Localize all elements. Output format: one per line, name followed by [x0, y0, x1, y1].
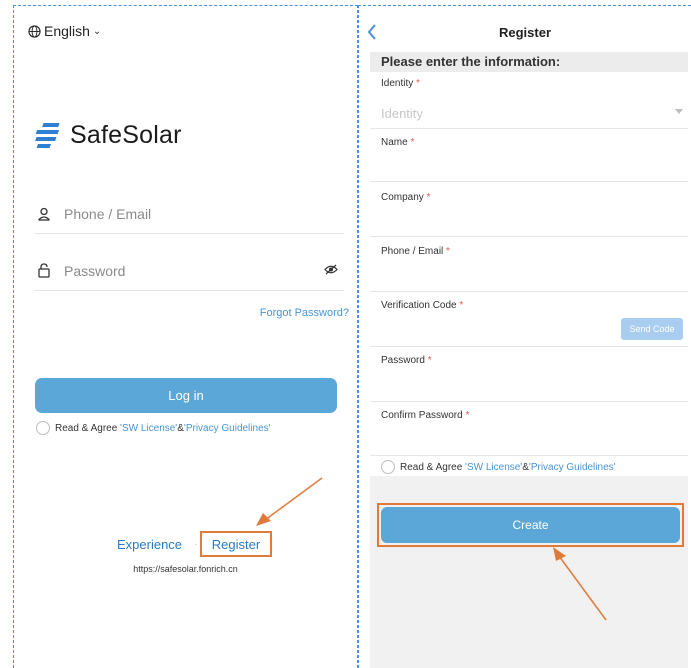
language-selector[interactable]: English ⌄	[28, 23, 101, 39]
phone-email-input[interactable]	[370, 291, 688, 292]
agree-text: Read & Agree	[55, 422, 121, 434]
register-ampersand: &	[522, 461, 529, 473]
privacy-guidelines-link[interactable]: 'Privacy Guidelines'	[184, 423, 271, 434]
phone-email-placeholder: Phone / Email	[64, 205, 152, 222]
name-label: Name *	[381, 137, 415, 148]
brand-logo: SafeSolar	[34, 121, 182, 150]
register-agree-radio[interactable]	[381, 460, 395, 474]
forgot-password-link[interactable]: Forgot Password?	[260, 307, 349, 319]
verification-code-input[interactable]	[370, 346, 688, 347]
name-input[interactable]	[370, 181, 688, 182]
confirm-password-label: Confirm Password *	[381, 410, 470, 421]
register-label: Register	[211, 536, 261, 552]
language-label: English	[44, 23, 90, 39]
experience-link[interactable]: Experience	[117, 537, 182, 552]
chevron-down-icon: ⌄	[92, 25, 102, 37]
lock-icon	[34, 263, 54, 278]
sw-license-link[interactable]: 'SW License'	[120, 423, 177, 434]
send-code-button[interactable]: Send Code	[621, 318, 683, 340]
identity-label: Identity *	[381, 78, 420, 89]
login-button[interactable]: Log in	[35, 378, 337, 413]
company-label: Company *	[381, 192, 431, 203]
login-screen: English ⌄ SafeSolar Phone / Email Passwo…	[13, 5, 358, 668]
register-sw-license-link[interactable]: 'SW License'	[465, 462, 522, 473]
register-agreement-row: Read & Agree 'SW License'&'Privacy Guide…	[381, 460, 616, 474]
agree-radio[interactable]	[36, 421, 50, 435]
eye-hidden-icon[interactable]	[324, 262, 338, 280]
dropdown-caret-icon[interactable]	[675, 109, 683, 114]
password-input[interactable]	[370, 401, 688, 402]
info-banner: Please enter the information:	[370, 52, 688, 72]
globe-icon	[28, 24, 41, 38]
phone-email-field[interactable]: Phone / Email	[34, 194, 344, 234]
password-field[interactable]: Password	[34, 251, 344, 291]
create-button[interactable]: Create	[381, 507, 680, 543]
password-label: Password *	[381, 355, 432, 366]
register-agree-text: Read & Agree	[400, 461, 466, 473]
register-screen: Register Please enter the information: I…	[358, 5, 691, 668]
register-link[interactable]: Register	[200, 531, 272, 557]
divider	[370, 128, 688, 129]
password-placeholder: Password	[64, 262, 126, 279]
identity-select[interactable]: Identity	[381, 106, 423, 121]
company-input[interactable]	[370, 236, 688, 237]
verification-code-label: Verification Code *	[381, 300, 464, 311]
agreement-row: Read & Agree 'SW License'&'Privacy Guide…	[36, 421, 271, 435]
page-title: Register	[498, 25, 552, 40]
site-url: https://safesolar.fonrich.cn	[133, 564, 238, 574]
brand-name: SafeSolar	[70, 121, 182, 149]
separator-dot: ·	[194, 539, 198, 550]
ampersand: &	[177, 422, 184, 434]
register-privacy-link[interactable]: 'Privacy Guidelines'	[529, 462, 616, 473]
phone-email-label: Phone / Email *	[381, 246, 450, 257]
user-icon	[34, 207, 54, 221]
safesolar-logo-icon	[35, 122, 60, 148]
confirm-password-input[interactable]	[370, 455, 688, 456]
